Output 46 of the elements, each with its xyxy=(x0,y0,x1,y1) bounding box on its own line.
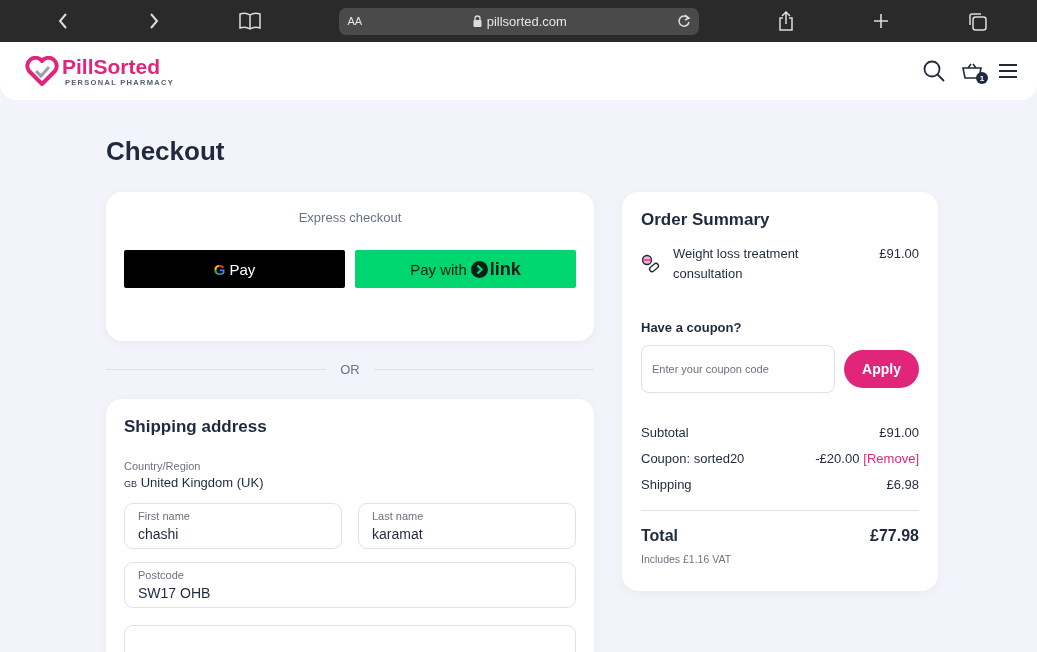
summary-label: Subtotal xyxy=(641,424,689,442)
book-icon[interactable] xyxy=(238,12,261,30)
coupon-label: Have a coupon? xyxy=(641,320,743,335)
input-field[interactable]: Postcode SW17 OHB xyxy=(124,562,576,608)
section-title: Shipping address xyxy=(124,417,268,437)
total-label: Total xyxy=(641,527,679,545)
pills-icon xyxy=(641,254,661,274)
google-pay-button[interactable]: G Pay xyxy=(124,250,345,288)
summary-value: £6.98 xyxy=(886,476,919,494)
summary-label: Coupon: sorted20 xyxy=(641,450,745,468)
vat-note: Includes £1.16 VAT xyxy=(641,553,733,565)
basket-icon[interactable] xyxy=(962,63,982,79)
total-value: £77.98 xyxy=(870,527,919,545)
summary-value: -£20.00 xyxy=(815,450,860,468)
url-text: pillsorted.com xyxy=(486,13,567,29)
summary-label: Shipping xyxy=(641,476,692,494)
address-bar[interactable]: AA pillsorted.com xyxy=(339,7,700,35)
logo-name[interactable]: PillSorted xyxy=(62,55,175,78)
input-field[interactable]: Last name karamat xyxy=(358,503,576,549)
summary-value: £91.00 xyxy=(879,424,919,442)
back-icon[interactable] xyxy=(57,12,69,30)
menu-icon[interactable] xyxy=(999,64,1017,78)
field-label: Country/Region xyxy=(124,460,202,472)
search-icon[interactable] xyxy=(923,60,945,82)
or-divider-text: OR xyxy=(340,362,360,377)
share-icon[interactable] xyxy=(778,11,795,31)
section-title: Order Summary xyxy=(641,210,771,230)
page-title: Checkout xyxy=(106,136,226,166)
item-name: Weight loss treatment consultation xyxy=(673,245,800,283)
apply-button[interactable]: Apply xyxy=(844,350,919,388)
plus-icon[interactable] xyxy=(873,13,890,29)
forward-icon[interactable] xyxy=(147,12,160,30)
lock-icon xyxy=(472,15,482,27)
express-checkout-title: Express checkout xyxy=(297,210,403,225)
reload-icon[interactable] xyxy=(677,14,692,28)
coupon-field[interactable]: Enter your coupon code xyxy=(641,345,835,393)
country-value[interactable]: GB United Kingdom (UK) xyxy=(124,475,576,490)
cart-count-badge: 1 xyxy=(976,72,988,84)
input-field[interactable]: First name chashi xyxy=(124,503,342,549)
heart-logo-icon[interactable] xyxy=(25,56,59,86)
link-pay-button[interactable]: Pay with link xyxy=(355,250,576,288)
item-price: £91.00 xyxy=(879,245,919,263)
remove-link[interactable]: [Remove] xyxy=(863,446,919,472)
chevron-circle-icon xyxy=(470,260,488,278)
reader-button[interactable]: AA xyxy=(347,15,363,27)
tabs-icon[interactable] xyxy=(967,11,987,31)
